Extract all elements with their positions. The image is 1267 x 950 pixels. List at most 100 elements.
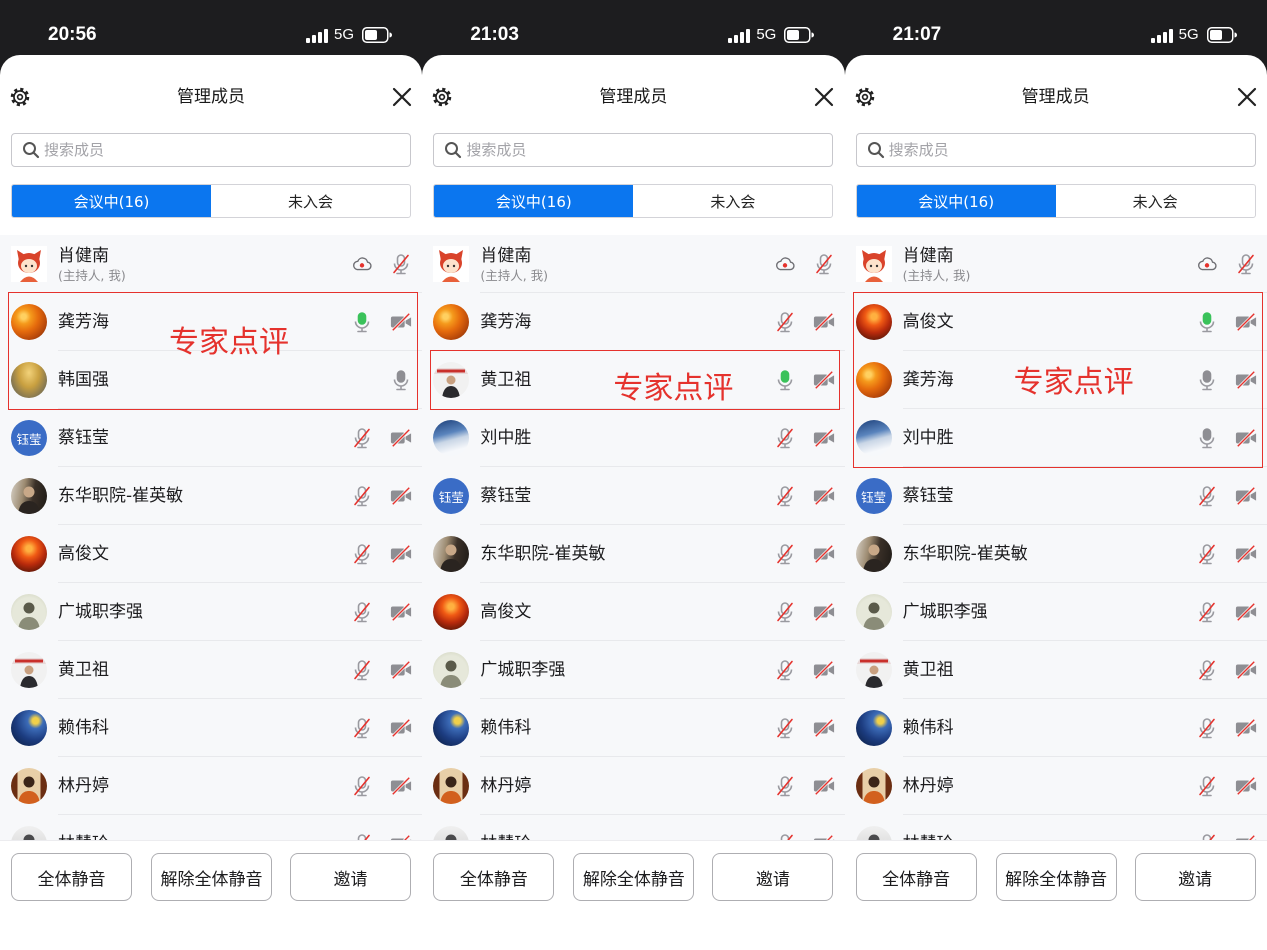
mic-muted-icon[interactable] [351, 775, 373, 797]
mic-muted-icon[interactable] [774, 311, 796, 333]
member-row[interactable]: 黄卫祖 [0, 641, 423, 699]
member-row[interactable]: 赖伟科 [0, 699, 423, 757]
member-row[interactable]: 东华职院-崔英敏 [845, 525, 1267, 583]
member-row[interactable]: 钰莹 蔡钰莹 [845, 467, 1267, 525]
search-input[interactable] [466, 134, 817, 166]
member-row[interactable]: 广城职李强 [845, 583, 1267, 641]
mic-muted-icon[interactable] [390, 253, 412, 275]
mic-muted-icon[interactable] [351, 543, 373, 565]
mic-muted-icon[interactable] [813, 253, 835, 275]
video-off-icon[interactable] [1235, 775, 1257, 797]
mic-muted-icon[interactable] [351, 485, 373, 507]
unmute-all-button[interactable]: 解除全体静音 [151, 853, 272, 901]
video-off-icon[interactable] [390, 427, 412, 449]
invite-button[interactable]: 邀请 [712, 853, 834, 901]
member-row[interactable]: 东华职院-崔英敏 [0, 467, 423, 525]
mic-muted-icon[interactable] [1196, 833, 1218, 840]
mute-all-button[interactable]: 全体静音 [433, 853, 555, 901]
invite-button[interactable]: 邀请 [290, 853, 411, 901]
video-off-icon[interactable] [813, 543, 835, 565]
video-off-icon[interactable] [813, 659, 835, 681]
member-row[interactable]: 林丹婷 [422, 757, 845, 815]
member-row[interactable]: 林丹婷 [0, 757, 423, 815]
video-off-icon[interactable] [390, 485, 412, 507]
mic-muted-icon[interactable] [774, 427, 796, 449]
member-row[interactable]: 刘中胜 [422, 409, 845, 467]
member-row[interactable]: 广城职李强 [422, 641, 845, 699]
video-off-icon[interactable] [813, 601, 835, 623]
video-off-icon[interactable] [813, 775, 835, 797]
video-off-icon[interactable] [1235, 543, 1257, 565]
tab-in-meeting[interactable]: 会议中(16) [856, 185, 1056, 217]
video-off-icon[interactable] [1235, 833, 1257, 840]
member-row[interactable]: 林慧玲 [845, 815, 1267, 840]
mic-muted-icon[interactable] [1196, 659, 1218, 681]
mic-muted-icon[interactable] [774, 717, 796, 739]
mic-muted-icon[interactable] [1235, 253, 1257, 275]
tab-in-meeting[interactable]: 会议中(16) [434, 185, 634, 217]
mic-muted-icon[interactable] [774, 601, 796, 623]
mic-muted-icon[interactable] [351, 833, 373, 840]
video-off-icon[interactable] [813, 717, 835, 739]
video-off-icon[interactable] [390, 601, 412, 623]
member-row[interactable]: 赖伟科 [845, 699, 1267, 757]
member-row[interactable]: 林丹婷 [845, 757, 1267, 815]
search-box[interactable] [433, 133, 834, 167]
video-off-icon[interactable] [1235, 717, 1257, 739]
member-row[interactable]: 高俊文 [422, 583, 845, 641]
mic-muted-icon[interactable] [774, 833, 796, 840]
tab-not-joined[interactable]: 未入会 [1056, 185, 1255, 217]
video-off-icon[interactable] [813, 311, 835, 333]
host-member-row[interactable]: 肖健南 (主持人, 我) [422, 235, 845, 293]
mic-muted-icon[interactable] [774, 543, 796, 565]
member-row[interactable]: 钰莹 蔡钰莹 [422, 467, 845, 525]
search-box[interactable] [11, 133, 411, 167]
mic-muted-icon[interactable] [1196, 485, 1218, 507]
gear-icon[interactable] [854, 86, 876, 108]
host-member-row[interactable]: 肖健南 (主持人, 我) [845, 235, 1267, 293]
mic-muted-icon[interactable] [774, 775, 796, 797]
mic-muted-icon[interactable] [774, 659, 796, 681]
member-row[interactable]: 钰莹 蔡钰莹 [0, 409, 423, 467]
gear-icon[interactable] [431, 86, 453, 108]
mic-muted-icon[interactable] [1196, 601, 1218, 623]
mic-muted-icon[interactable] [351, 717, 373, 739]
mute-all-button[interactable]: 全体静音 [11, 853, 132, 901]
video-off-icon[interactable] [390, 543, 412, 565]
video-off-icon[interactable] [1235, 601, 1257, 623]
mic-muted-icon[interactable] [351, 659, 373, 681]
member-row[interactable]: 龚芳海 [422, 293, 845, 351]
mic-muted-icon[interactable] [351, 601, 373, 623]
close-icon[interactable] [813, 86, 835, 108]
unmute-all-button[interactable]: 解除全体静音 [573, 853, 695, 901]
search-input[interactable] [888, 134, 1239, 166]
video-off-icon[interactable] [390, 659, 412, 681]
video-off-icon[interactable] [390, 717, 412, 739]
unmute-all-button[interactable]: 解除全体静音 [995, 853, 1117, 901]
video-off-icon[interactable] [390, 775, 412, 797]
mic-muted-icon[interactable] [1196, 543, 1218, 565]
member-row[interactable]: 林慧玲 [0, 815, 422, 840]
host-member-row[interactable]: 肖健南 (主持人, 我) [0, 235, 423, 293]
close-icon[interactable] [1236, 86, 1258, 108]
video-off-icon[interactable] [813, 833, 835, 840]
member-row[interactable]: 赖伟科 [422, 699, 845, 757]
close-icon[interactable] [391, 86, 413, 108]
tab-not-joined[interactable]: 未入会 [211, 185, 410, 217]
invite-button[interactable]: 邀请 [1134, 853, 1256, 901]
member-row[interactable]: 广城职李强 [0, 583, 423, 641]
search-input[interactable] [44, 134, 394, 166]
search-box[interactable] [855, 133, 1256, 167]
video-off-icon[interactable] [390, 833, 412, 840]
mic-muted-icon[interactable] [1196, 775, 1218, 797]
member-row[interactable]: 黄卫祖 [845, 641, 1267, 699]
mic-muted-icon[interactable] [351, 427, 373, 449]
video-off-icon[interactable] [813, 427, 835, 449]
member-row[interactable]: 高俊文 [0, 525, 423, 583]
tab-in-meeting[interactable]: 会议中(16) [12, 185, 211, 217]
member-row[interactable]: 东华职院-崔英敏 [422, 525, 845, 583]
gear-icon[interactable] [9, 86, 31, 108]
tab-not-joined[interactable]: 未入会 [633, 185, 832, 217]
member-row[interactable]: 林慧玲 [422, 815, 844, 840]
video-off-icon[interactable] [1235, 485, 1257, 507]
